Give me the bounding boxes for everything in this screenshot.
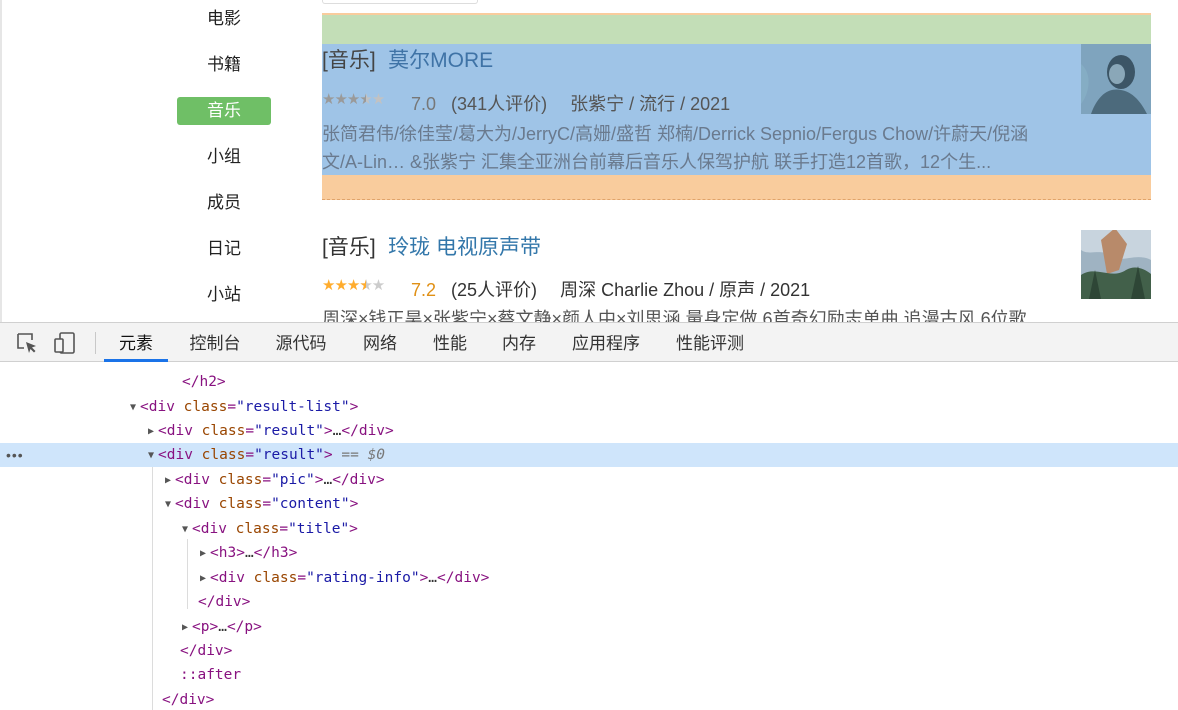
result-title-row: [音乐] 玲珑 电视原声带 — [322, 231, 541, 261]
dom-node-result-list[interactable]: ▼ <div class="result-list"> — [0, 395, 1178, 419]
page-left-border — [0, 0, 2, 322]
dom-node-close[interactable]: </h2> — [0, 370, 1178, 394]
nav-item-groups[interactable]: 小组 — [177, 143, 271, 171]
rating-stars: ★★★★★★ — [322, 277, 385, 294]
album-cover-thumbnail[interactable] — [1081, 230, 1151, 299]
expand-triangle-icon[interactable]: ▼ — [165, 493, 175, 517]
tab-performance[interactable]: 性能 — [422, 323, 478, 362]
result-title-link[interactable]: 玲珑 电视原声带 — [388, 236, 541, 259]
toolbar-separator — [95, 332, 96, 354]
rating-score: 7.0 — [411, 94, 437, 114]
rating-score: 7.2 — [411, 280, 437, 300]
nav-item-music[interactable]: 音乐 — [177, 97, 271, 125]
collapse-triangle-icon[interactable]: ▶ — [200, 567, 210, 591]
dom-node-close[interactable]: </div> — [0, 688, 1178, 710]
highlight-margin-bottom — [322, 175, 1151, 200]
expand-triangle-icon[interactable]: ▼ — [182, 518, 192, 542]
nav-item-books[interactable]: 书籍 — [177, 51, 271, 79]
collapse-triangle-icon[interactable]: ▶ — [165, 469, 175, 493]
web-page-viewport: 电影 书籍 音乐 小组 成员 日记 小站 [音乐] 莫尔MORE ★★★★★★ … — [0, 0, 1178, 322]
dom-node-p[interactable]: ▶ <p>…</p> — [0, 615, 1178, 639]
dom-node-close[interactable]: </div> — [0, 639, 1178, 663]
tab-application[interactable]: 应用程序 — [562, 323, 650, 362]
rating-stars: ★★★★★★ — [322, 91, 385, 108]
device-toolbar-icon[interactable] — [53, 331, 77, 355]
subject-cast: 张紫宁 / 流行 / 2021 — [570, 94, 731, 114]
highlight-padding — [322, 15, 1151, 44]
collapse-triangle-icon[interactable]: ▶ — [148, 420, 158, 444]
result-type-label: [音乐] — [322, 49, 376, 72]
nav-item-members[interactable]: 成员 — [177, 189, 271, 217]
dom-node-result[interactable]: ▶ <div class="result">…</div> — [0, 419, 1178, 443]
result-type-label: [音乐] — [322, 236, 376, 259]
nav-item-movie[interactable]: 电影 — [177, 5, 271, 33]
dom-node-result-selected[interactable]: ▼ <div class="result"> == $0 — [0, 443, 1178, 467]
dom-node-content[interactable]: ▼ <div class="content"> — [0, 492, 1178, 516]
tab-network[interactable]: 网络 — [352, 323, 408, 362]
tab-lighthouse[interactable]: 性能评测 — [666, 323, 754, 362]
dom-node-pic[interactable]: ▶ <div class="pic">…</div> — [0, 468, 1178, 492]
inspector-tooltip-arrow — [333, 4, 347, 12]
tab-console[interactable]: 控制台 — [180, 323, 250, 362]
dom-node-h3[interactable]: ▶ <h3>…</h3> — [0, 541, 1178, 565]
album-cover-thumbnail[interactable] — [1081, 44, 1151, 114]
collapse-triangle-icon[interactable]: ▶ — [200, 542, 210, 566]
dom-node-rating-info[interactable]: ▶ <div class="rating-info">…</div> — [0, 566, 1178, 590]
tab-memory[interactable]: 内存 — [491, 323, 547, 362]
tab-elements[interactable]: 元素 — [104, 323, 168, 362]
dom-node-after-pseudo[interactable]: ::after — [0, 663, 1178, 687]
subject-cast: 周深 Charlie Zhou / 原声 / 2021 — [560, 280, 811, 300]
selected-node-marker: == $0 — [341, 447, 386, 463]
result-title-row: [音乐] 莫尔MORE — [322, 44, 493, 74]
nav-item-diary[interactable]: 日记 — [177, 235, 271, 263]
dom-tree: </h2> ▼ <div class="result-list"> ▶ <div c… — [0, 363, 1178, 710]
dom-node-close[interactable]: </div> — [0, 590, 1178, 614]
rating-info: 7.2 (25人评价) 周深 Charlie Zhou / 原声 / 2021 — [411, 276, 810, 302]
result-description: 周深×钱正昊×张紫宁×蔡文静×颜人中×刘思涵 量身定做 6首奇幻励志单曲 追漫古… — [322, 309, 1027, 322]
devtools-toolbar: 元素 控制台 源代码 网络 性能 内存 应用程序 性能评测 — [0, 322, 1178, 362]
expand-triangle-icon[interactable]: ▼ — [130, 396, 140, 420]
devtools-panel: 元素 控制台 源代码 网络 性能 内存 应用程序 性能评测 </h2> ▼ <di… — [0, 322, 1178, 710]
nav-item-sites[interactable]: 小站 — [177, 281, 271, 309]
rating-votes[interactable]: (25人评价) — [451, 280, 537, 300]
tab-sources[interactable]: 源代码 — [266, 323, 336, 362]
rating-votes[interactable]: (341人评价) — [451, 94, 547, 114]
dom-node-title[interactable]: ▼ <div class="title"> — [0, 517, 1178, 541]
inspect-element-icon[interactable] — [15, 331, 39, 355]
row-menu-dots-icon[interactable]: ••• — [6, 447, 24, 463]
result-title-link[interactable]: 莫尔MORE — [388, 49, 493, 72]
collapse-triangle-icon[interactable]: ▶ — [182, 616, 192, 640]
expand-triangle-icon[interactable]: ▼ — [148, 444, 158, 468]
result-description: 张简君伟/徐佳莹/葛大为/JerryC/高姗/盛哲 郑楠/Derrick Sep… — [322, 124, 1029, 172]
rating-info: 7.0 (341人评价) 张紫宁 / 流行 / 2021 — [411, 90, 730, 116]
